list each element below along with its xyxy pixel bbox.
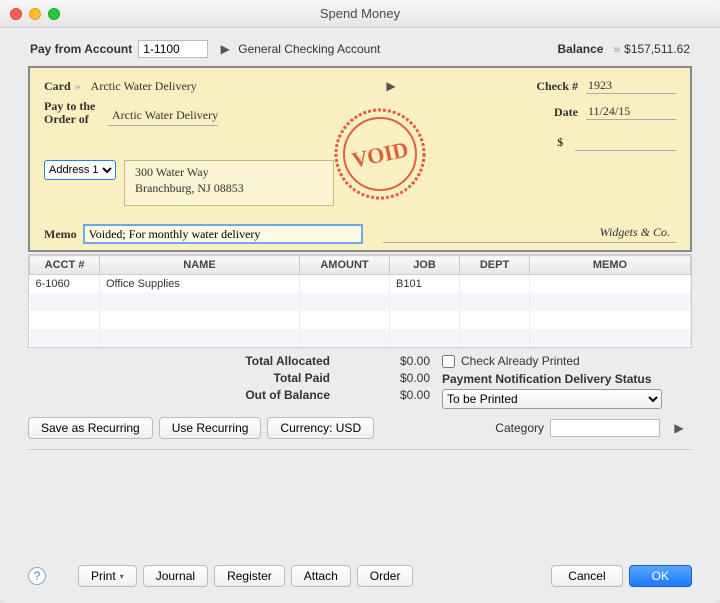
category-input[interactable] <box>550 419 660 437</box>
table-row[interactable]: . <box>30 293 691 311</box>
card-value[interactable]: Arctic Water Delivery <box>91 79 197 94</box>
checkno-value[interactable]: 1923 <box>586 78 676 94</box>
total-allocated-value: $0.00 <box>370 354 430 368</box>
col-acct[interactable]: ACCT # <box>30 256 100 275</box>
account-name: General Checking Account <box>238 42 380 56</box>
check-panel: VOID Card » Arctic Water Delivery ▶ Chec… <box>28 66 692 252</box>
memo-label: Memo <box>44 227 77 242</box>
table-row[interactable]: 6-1060 Office Supplies B101 <box>30 275 691 294</box>
col-amount[interactable]: AMOUNT <box>300 256 390 275</box>
total-paid-value: $0.00 <box>370 371 430 385</box>
address-line1: 300 Water Way <box>135 165 323 181</box>
balance-label: Balance <box>557 42 603 56</box>
notification-label: Payment Notification Delivery Status <box>442 372 692 386</box>
col-memo[interactable]: MEMO <box>530 256 691 275</box>
use-recurring-button[interactable]: Use Recurring <box>159 417 262 439</box>
allocation-grid[interactable]: ACCT # NAME AMOUNT JOB DEPT MEMO 6-1060 … <box>28 254 692 348</box>
print-button[interactable]: Print▾ <box>78 565 137 587</box>
zoom-icon[interactable] <box>48 8 60 20</box>
col-name[interactable]: NAME <box>100 256 300 275</box>
currency-button[interactable]: Currency: USD <box>267 417 374 439</box>
payto-label: Pay to the Order of <box>44 100 108 126</box>
date-value[interactable]: 11/24/15 <box>586 104 676 120</box>
amount-symbol: $ <box>496 135 563 150</box>
company-name: Widgets & Co. <box>383 225 676 243</box>
minimize-icon[interactable] <box>29 8 41 20</box>
order-button[interactable]: Order <box>357 565 414 587</box>
total-paid-label: Total Paid <box>210 371 330 385</box>
balance-value: $157,511.62 <box>624 42 690 56</box>
memo-input[interactable] <box>83 224 363 244</box>
payto-value[interactable]: Arctic Water Delivery <box>108 108 218 126</box>
category-lookup-icon[interactable]: ▶ <box>672 421 686 435</box>
out-of-balance-label: Out of Balance <box>210 388 330 402</box>
window-title: Spend Money <box>0 6 720 21</box>
table-row[interactable]: . <box>30 311 691 329</box>
account-lookup-icon[interactable]: ▶ <box>218 42 232 56</box>
amount-value[interactable] <box>575 133 676 151</box>
register-button[interactable]: Register <box>214 565 285 587</box>
pay-from-account-input[interactable] <box>138 40 208 58</box>
cancel-button[interactable]: Cancel <box>551 565 622 587</box>
out-of-balance-value: $0.00 <box>370 388 430 402</box>
col-dept[interactable]: DEPT <box>460 256 530 275</box>
card-lookup-icon[interactable]: ▶ <box>384 79 398 93</box>
save-as-recurring-button[interactable]: Save as Recurring <box>28 417 153 439</box>
category-label: Category <box>495 421 544 435</box>
address-select[interactable]: Address 1 <box>44 160 116 180</box>
pay-from-label: Pay from Account <box>30 42 132 56</box>
card-label: Card <box>44 79 71 94</box>
notification-status-select[interactable]: To be Printed <box>442 389 662 409</box>
window-controls <box>10 8 60 20</box>
account-header-row: Pay from Account ▶ General Checking Acco… <box>0 28 720 66</box>
chevron-icon: » <box>75 79 81 94</box>
table-row[interactable]: . <box>30 329 691 347</box>
check-already-printed-checkbox[interactable] <box>442 355 455 368</box>
total-allocated-label: Total Allocated <box>210 354 330 368</box>
titlebar: Spend Money <box>0 0 720 28</box>
chevron-down-icon: ▾ <box>120 572 124 581</box>
address-box[interactable]: 300 Water Way Branchburg, NJ 08853 <box>124 160 334 206</box>
close-icon[interactable] <box>10 8 22 20</box>
chevron-icon: » <box>613 42 620 56</box>
journal-button[interactable]: Journal <box>143 565 208 587</box>
date-label: Date <box>498 105 578 120</box>
check-already-printed-label: Check Already Printed <box>461 354 580 368</box>
spend-money-window: Spend Money Pay from Account ▶ General C… <box>0 0 720 603</box>
ok-button[interactable]: OK <box>629 565 692 587</box>
col-job[interactable]: JOB <box>390 256 460 275</box>
address-line2: Branchburg, NJ 08853 <box>135 181 323 197</box>
attach-button[interactable]: Attach <box>291 565 351 587</box>
checkno-label: Check # <box>498 79 578 94</box>
help-icon[interactable]: ? <box>28 567 46 585</box>
separator <box>28 449 692 450</box>
